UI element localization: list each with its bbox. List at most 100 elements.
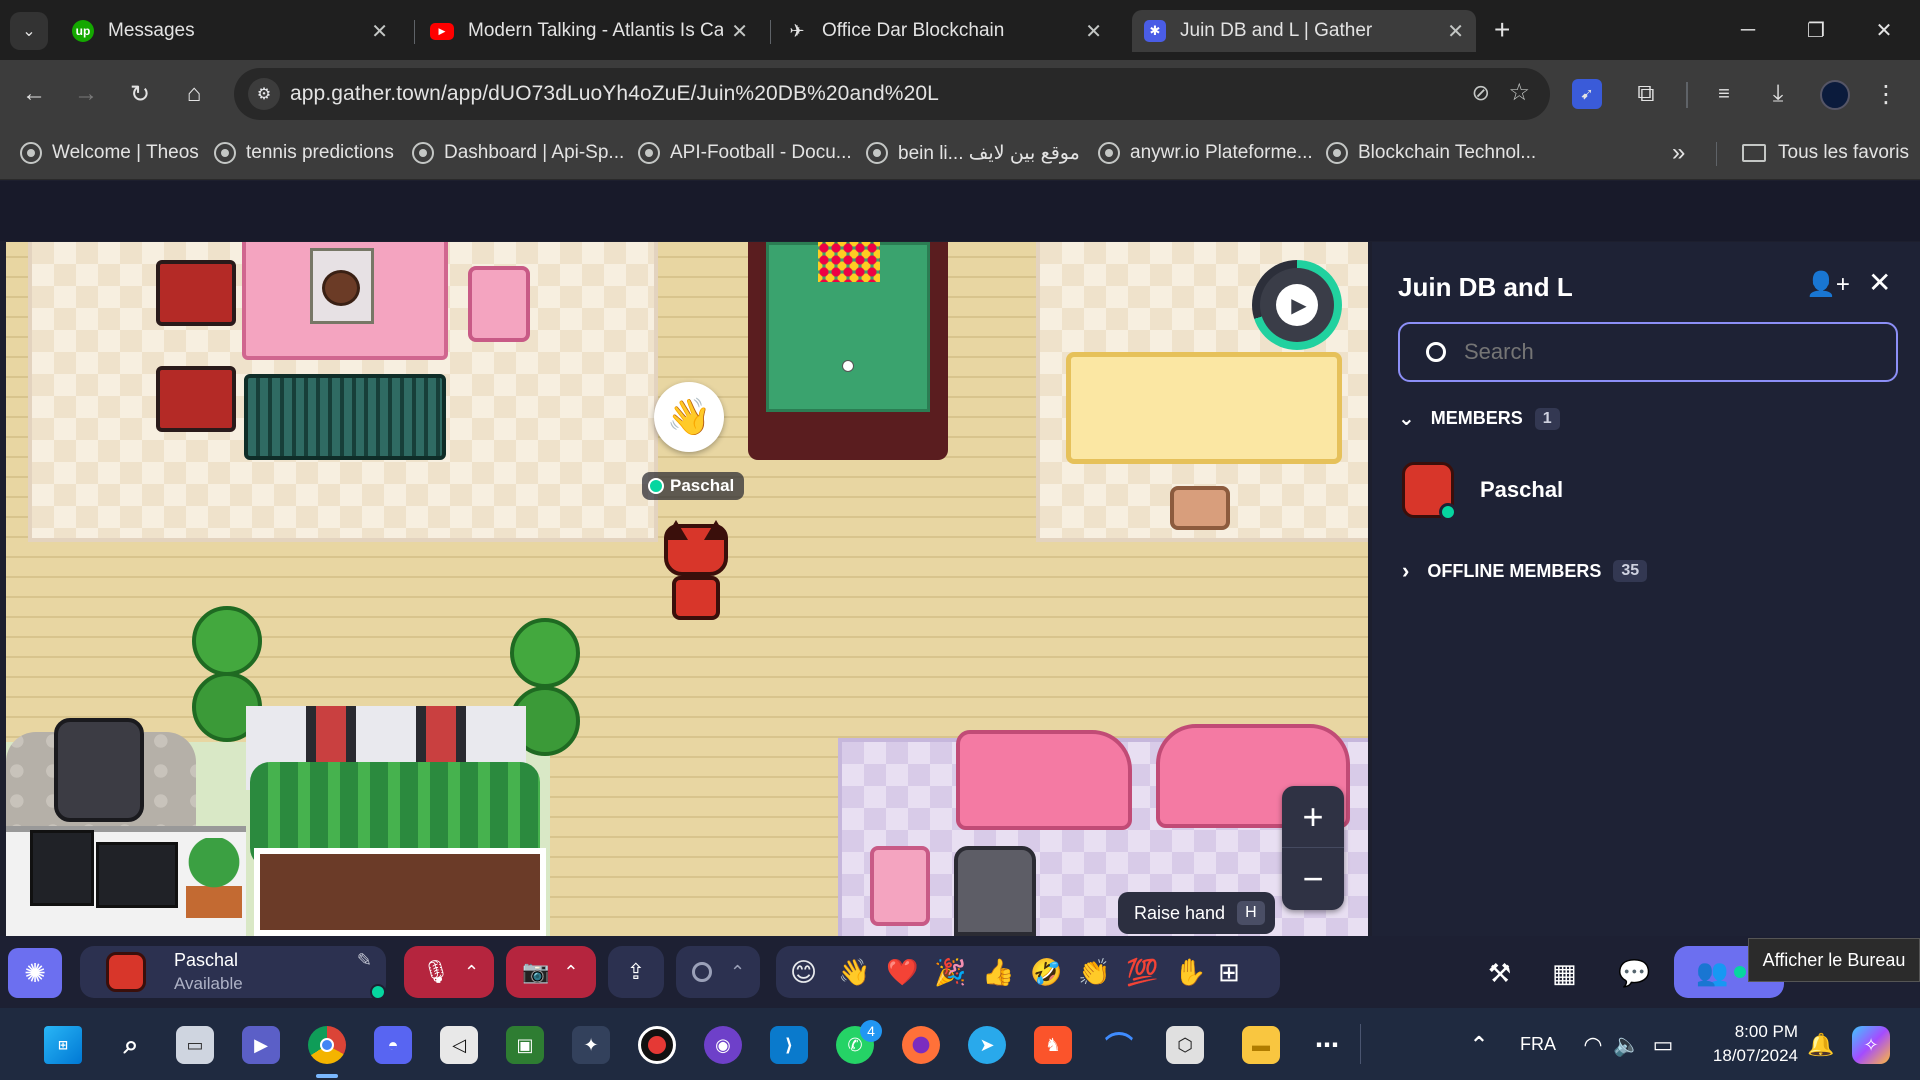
edit-pencil-icon[interactable]: ✎ (357, 950, 372, 971)
file-explorer-icon[interactable]: ▬ (1242, 1026, 1280, 1064)
back-button[interactable]: ← (14, 74, 54, 114)
task-view-icon[interactable]: ▭ (176, 1026, 214, 1064)
vscode-icon[interactable]: ⟩ (770, 1026, 808, 1064)
bookmark-item[interactable]: API-Football - Docu... (638, 138, 852, 168)
meet-icon[interactable]: ▶ (242, 1026, 280, 1064)
menu-icon[interactable]: ⋮ (1866, 74, 1906, 114)
search-input[interactable] (1464, 339, 1844, 365)
media-control-icon[interactable]: ≡ (1704, 74, 1744, 114)
firefox-icon[interactable] (902, 1026, 940, 1064)
chevron-up-icon[interactable]: ⌃ (464, 962, 479, 983)
camera-off-icon[interactable]: 📷 (522, 959, 549, 985)
zoom-out-button[interactable]: − (1282, 848, 1344, 910)
home-button[interactable]: ⌂ (174, 74, 214, 114)
apps-grid-icon[interactable]: ⊞ (1218, 957, 1240, 988)
emoji-smile-icon[interactable]: 😊 (790, 957, 838, 988)
bookmark-item[interactable]: Dashboard | Api-Sp... (412, 138, 624, 168)
eye-off-icon[interactable]: ⊘ (1472, 80, 1490, 106)
cursor-app-icon[interactable]: ◁ (440, 1026, 478, 1064)
member-row[interactable]: Paschal (1402, 458, 1892, 522)
star-icon[interactable]: ☆ (1508, 78, 1530, 107)
restore-button[interactable]: ❐ (1786, 10, 1846, 50)
emoji-party-icon[interactable]: 🎉 (934, 957, 982, 988)
video-play-button[interactable]: ▶ (1252, 260, 1342, 350)
telegram-icon[interactable]: ➤ (968, 1026, 1006, 1064)
extensions-icon[interactable]: ⧉ (1626, 74, 1666, 114)
chevron-up-icon[interactable]: ⌃ (1460, 1026, 1498, 1064)
gather-menu-button[interactable]: ✺ (8, 948, 62, 998)
new-tab-button[interactable]: + (1494, 14, 1510, 46)
metamask-icon[interactable]: ⌒ (1100, 1026, 1138, 1064)
profile-avatar[interactable] (1820, 80, 1850, 110)
chrome-icon[interactable] (308, 1026, 346, 1064)
offline-section-header[interactable]: › OFFLINE MEMBERS 35 (1402, 558, 1648, 584)
tab-search-button[interactable]: ⌄ (10, 12, 48, 50)
cursor-extension-icon[interactable]: ➹ (1572, 79, 1602, 109)
obs-icon[interactable] (638, 1026, 676, 1064)
build-tool-icon[interactable]: ⚒ (1488, 958, 1511, 989)
github-icon[interactable]: ◉ (704, 1026, 742, 1064)
close-icon[interactable]: ✕ (371, 19, 388, 44)
mic-off-icon[interactable]: 🎙 (422, 959, 450, 985)
chat-icon[interactable]: 💬 (1618, 958, 1650, 989)
tab-youtube[interactable]: ▶ Modern Talking - Atlantis Is Calling ✕ (418, 10, 760, 52)
discord-icon[interactable]: ◓ (374, 1026, 412, 1064)
search-field[interactable] (1398, 322, 1898, 382)
record-icon[interactable] (692, 962, 712, 982)
address-bar[interactable]: ⚙ app.gather.town/app/dUO73dLuoYh4oZuE/J… (234, 68, 1550, 120)
emoji-rofl-icon[interactable]: 🤣 (1030, 957, 1078, 988)
zoom-in-button[interactable]: + (1282, 786, 1344, 848)
members-section-header[interactable]: ⌄ MEMBERS 1 (1398, 406, 1560, 431)
close-icon[interactable]: ✕ (731, 19, 748, 44)
copilot-icon[interactable]: ✧ (1852, 1026, 1890, 1064)
bookmarks-overflow-button[interactable]: » (1672, 138, 1685, 168)
tab-office-dar[interactable]: ✈ Office Dar Blockchain ✕ (774, 10, 1114, 52)
user-status-card[interactable]: Paschal Available ✎ (80, 946, 386, 1000)
close-icon[interactable]: ✕ (1085, 19, 1102, 44)
bookmark-item[interactable]: tennis predictions (214, 138, 394, 168)
chevron-up-icon[interactable]: ⌃ (730, 962, 745, 983)
windows-start-icon[interactable]: ⊞ (44, 1026, 82, 1064)
emoji-wave-icon[interactable]: 👋 (838, 957, 886, 988)
forward-button[interactable]: → (66, 74, 106, 114)
game-map[interactable]: 👋 Paschal ▶ + − Raise hand H (6, 242, 1368, 936)
minimize-button[interactable]: ─ (1718, 10, 1778, 50)
tab-messages[interactable]: up Messages ✕ (60, 10, 400, 52)
invite-user-icon[interactable]: 👤+ (1806, 270, 1850, 299)
tab-gather[interactable]: ✱ Juin DB and L | Gather ✕ (1132, 10, 1476, 52)
microphone-control[interactable]: 🎙 ⌃ (404, 946, 494, 998)
bookmark-item[interactable]: Welcome | Theos (20, 138, 199, 168)
screen-share-button[interactable]: ⇪ (608, 946, 664, 998)
camera-control[interactable]: 📷 ⌃ (506, 946, 596, 998)
bookmark-item[interactable]: bein li... موقع بين لايف (866, 138, 1080, 168)
search-icon[interactable]: ⌕ (112, 1026, 150, 1064)
close-icon[interactable]: ✕ (1447, 19, 1464, 44)
clock[interactable]: 8:00 PM 18/07/2024 (1702, 1020, 1798, 1068)
battery-icon[interactable]: ▭ (1644, 1026, 1682, 1064)
close-window-button[interactable]: ✕ (1854, 10, 1914, 50)
site-settings-icon[interactable]: ⚙ (248, 78, 280, 110)
reload-button[interactable]: ↻ (120, 74, 160, 114)
language-indicator[interactable]: FRA (1520, 1034, 1556, 1055)
close-panel-button[interactable]: ✕ (1868, 266, 1891, 299)
emoji-thumbs-up-icon[interactable]: 👍 (982, 957, 1030, 988)
volume-icon[interactable]: 🔈 (1608, 1026, 1646, 1064)
bookmark-item[interactable]: Blockchain Technol... (1326, 138, 1536, 168)
wifi-icon[interactable]: ◠ (1574, 1026, 1612, 1064)
download-icon[interactable]: ⤓ (1758, 74, 1798, 114)
emoji-hundred-icon[interactable]: 💯 (1126, 957, 1174, 988)
emoji-clap-icon[interactable]: 👏 (1078, 957, 1126, 988)
more-apps-icon[interactable]: ⋯ (1308, 1026, 1346, 1064)
player-avatar[interactable] (660, 520, 732, 624)
raise-hand-icon[interactable]: ✋ (1174, 957, 1218, 988)
bookmark-item[interactable]: anywr.io Plateforme... (1098, 138, 1313, 168)
emoji-heart-icon[interactable]: ❤️ (886, 957, 934, 988)
chevron-up-icon[interactable]: ⌃ (563, 962, 578, 983)
terminal-icon[interactable]: ▣ (506, 1026, 544, 1064)
all-bookmarks-folder[interactable]: Tous les favoris (1742, 138, 1909, 168)
record-control[interactable]: ⌃ (676, 946, 760, 998)
unity-icon[interactable]: ⬡ (1166, 1026, 1204, 1064)
calendar-icon[interactable]: ▦ (1552, 958, 1577, 989)
notifications-icon[interactable]: 🔔 (1802, 1026, 1840, 1064)
brave-icon[interactable]: ♞ (1034, 1026, 1072, 1064)
